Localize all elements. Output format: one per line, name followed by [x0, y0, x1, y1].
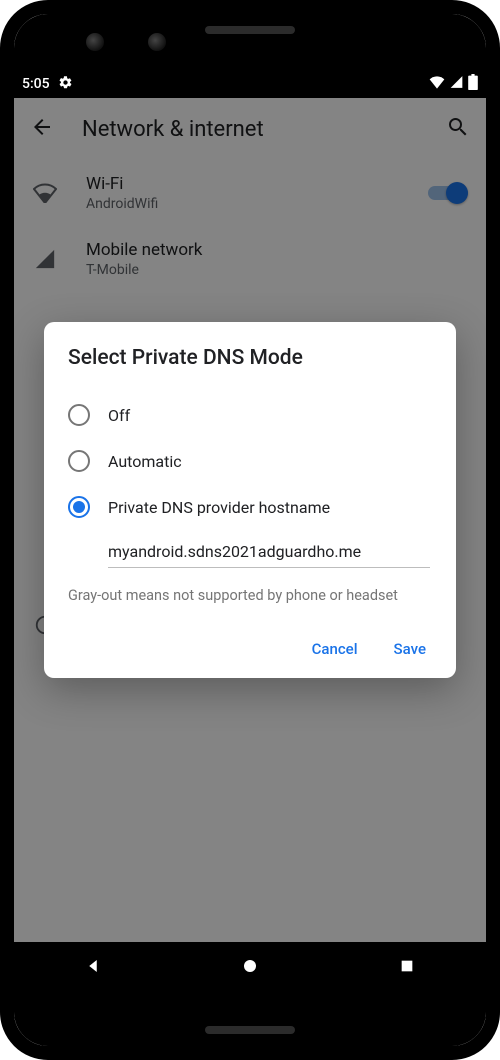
- radio-icon-checked: [68, 496, 90, 518]
- cell-signal-icon: [449, 75, 464, 93]
- settings-page: Network & internet Wi-Fi AndroidWifi: [14, 98, 486, 942]
- radio-option-off[interactable]: Off: [68, 392, 446, 438]
- status-time: 5:05: [22, 76, 50, 92]
- radio-icon: [68, 404, 90, 426]
- nav-home-icon[interactable]: [240, 956, 260, 976]
- status-bar: 5:05: [14, 70, 486, 98]
- nav-back-icon[interactable]: [83, 956, 103, 976]
- battery-icon: [468, 74, 478, 94]
- wifi-icon: [429, 75, 445, 93]
- radio-label: Private DNS provider hostname: [108, 498, 330, 517]
- radio-icon: [68, 450, 90, 472]
- radio-option-hostname[interactable]: Private DNS provider hostname: [68, 484, 446, 530]
- dialog-note: Gray-out means not supported by phone or…: [68, 586, 446, 606]
- nav-recent-icon[interactable]: [397, 956, 417, 976]
- private-dns-dialog: Select Private DNS Mode Off Automatic Pr…: [44, 322, 456, 678]
- save-button[interactable]: Save: [380, 630, 440, 668]
- gear-icon: [58, 75, 73, 94]
- radio-label: Off: [108, 406, 130, 425]
- dialog-title: Select Private DNS Mode: [68, 346, 446, 370]
- radio-option-automatic[interactable]: Automatic: [68, 438, 446, 484]
- cancel-button[interactable]: Cancel: [298, 630, 372, 668]
- hostname-input[interactable]: [108, 536, 430, 568]
- radio-label: Automatic: [108, 452, 182, 471]
- system-nav-bar: [14, 942, 486, 990]
